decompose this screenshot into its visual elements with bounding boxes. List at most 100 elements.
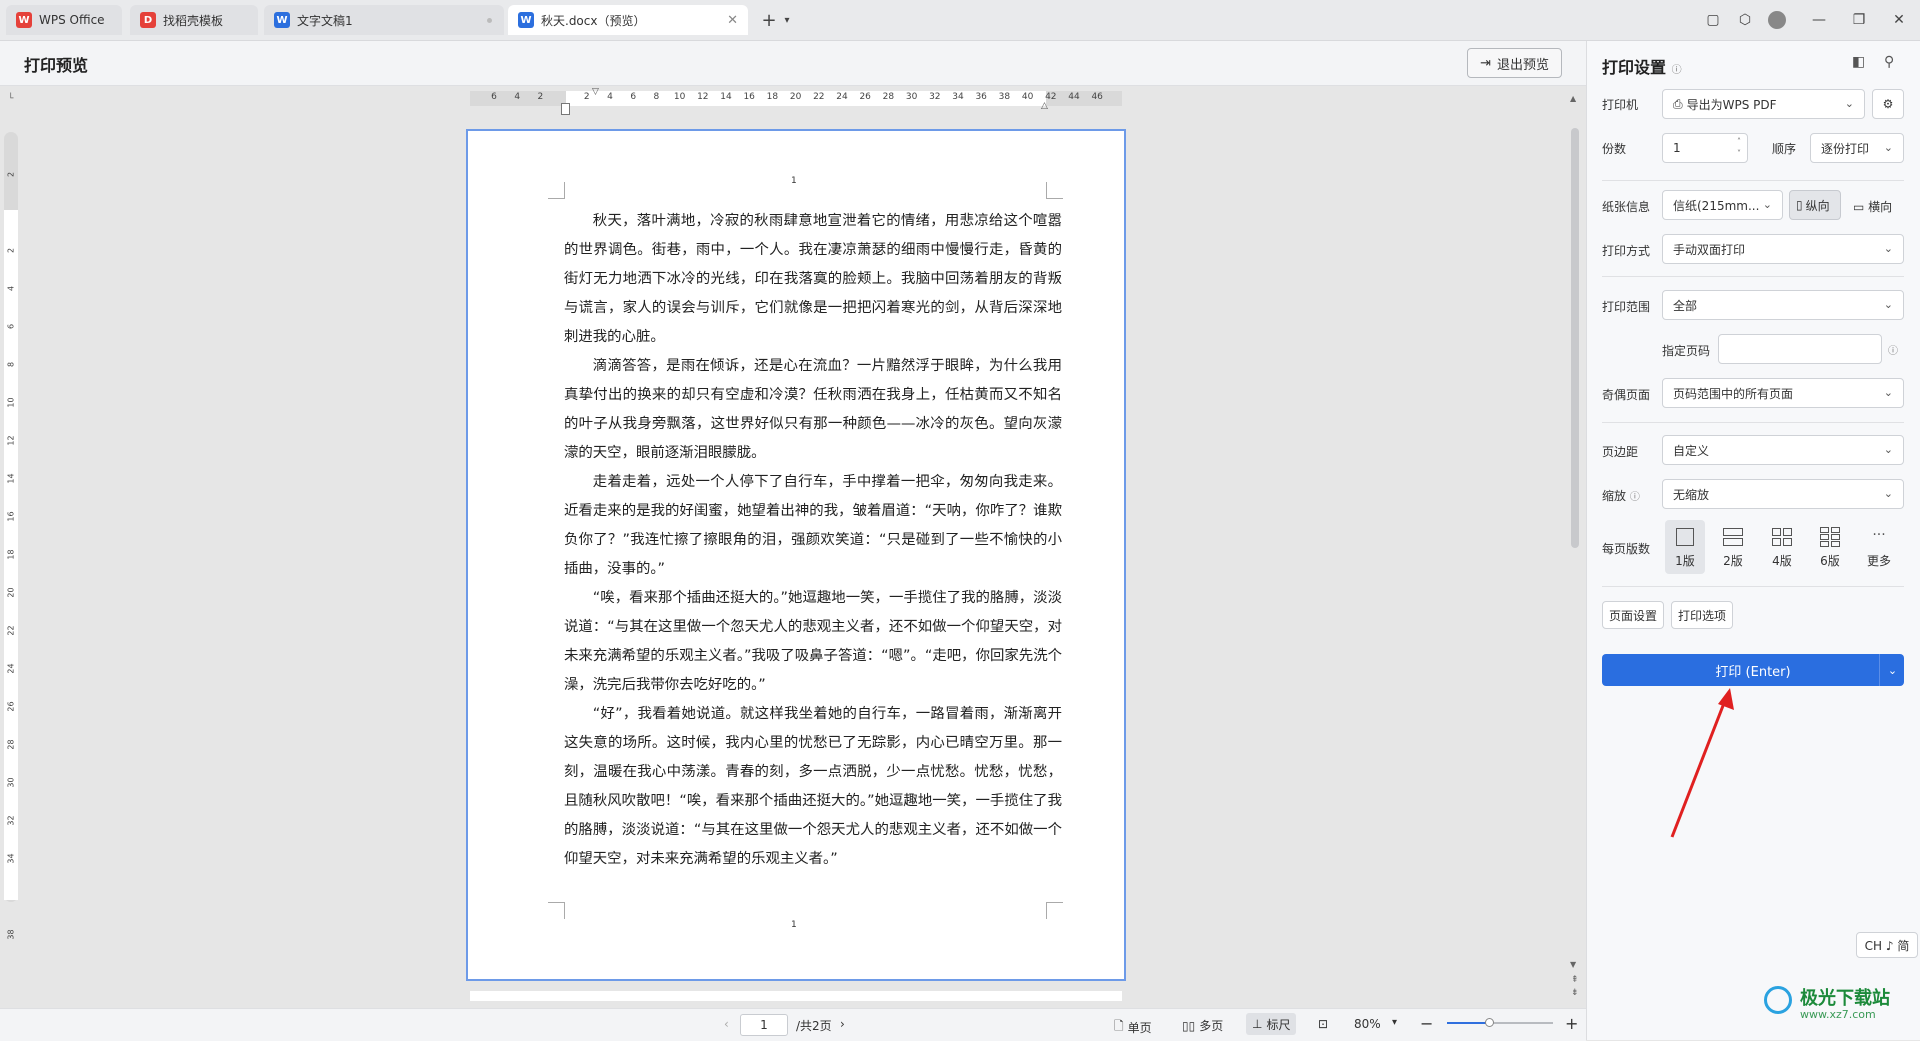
tab-autumn-preview[interactable]: W 秋天.docx（预览） ✕ <box>508 5 748 35</box>
printer-select[interactable]: ⎙ 导出为WPS PDF ⌄ <box>1662 89 1865 119</box>
ruler-tick-label: 8 <box>6 361 16 368</box>
layout-label: 1版 <box>1675 554 1695 568</box>
ruler-tick-label: 12 <box>697 92 709 102</box>
zoom-in-icon[interactable]: + <box>1565 1014 1578 1033</box>
order-select[interactable]: 逐份打印 ⌄ <box>1810 133 1904 163</box>
close-window-icon[interactable]: ✕ <box>1886 8 1912 32</box>
panel-layout-icon[interactable]: ◧ <box>1852 54 1865 70</box>
layout-more[interactable]: ··· 更多 <box>1859 520 1899 574</box>
print-range-value: 全部 <box>1673 298 1698 313</box>
help-icon[interactable]: ⓘ <box>1630 492 1640 503</box>
ruler-tick-label: 36 <box>975 92 987 102</box>
docer-icon: D <box>140 12 156 28</box>
vertical-scrollbar-thumb[interactable] <box>1571 128 1579 548</box>
tab-document1[interactable]: W 文字文稿1 <box>264 5 504 35</box>
margin-corner-top-left <box>548 182 565 199</box>
odd-even-value: 页码范围中的所有页面 <box>1673 386 1794 401</box>
ruler-tick-label: 20 <box>789 92 802 102</box>
previous-page-icon[interactable]: ⇞ <box>1571 975 1579 985</box>
page-number-input[interactable]: 1 <box>740 1014 788 1036</box>
paragraph: 秋天，落叶满地，冷寂的秋雨肆意地宣泄着它的情绪，用悲凉给这个喧嚣的世界调色。街巷… <box>564 213 1062 345</box>
ruler-toggle-button[interactable]: ⊥ 标尺 <box>1246 1013 1297 1035</box>
paragraph: “好”，我看着她说道。就这样我坐着她的自行车，一路冒着雨，渐渐离开这失意的场所。… <box>564 706 1062 867</box>
window-layout-icon[interactable]: ▢ <box>1700 8 1726 32</box>
ruler-tick-label: 14 <box>720 92 732 102</box>
chevron-down-icon: ⌄ <box>1883 298 1893 311</box>
ruler-tick-label: 30 <box>905 92 918 102</box>
stepper-arrows-icon[interactable]: ˄ ˅ <box>1737 136 1741 160</box>
ruler-tick-label: 18 <box>6 549 16 560</box>
close-tab-icon[interactable]: ✕ <box>727 13 738 28</box>
zoom-menu-chevron-icon[interactable]: ▾ <box>1392 1017 1397 1028</box>
document-page[interactable]: 1 秋天，落叶满地，冷寂的秋雨肆意地宣泄着它的情绪，用悲凉给这个喧嚣的世界调色。… <box>466 129 1126 981</box>
zoom-out-icon[interactable]: − <box>1420 1014 1433 1033</box>
print-options-button[interactable]: 打印选项 <box>1671 601 1733 629</box>
layout-1-per-sheet[interactable]: 1版 <box>1665 520 1705 574</box>
restore-icon[interactable]: ❐ <box>1846 8 1872 32</box>
portrait-button[interactable]: ▯ 纵向 <box>1789 190 1841 220</box>
zoom-level[interactable]: 80% <box>1354 1017 1381 1031</box>
page-setup-button[interactable]: 页面设置 <box>1602 601 1664 629</box>
pin-icon[interactable]: ⚲ <box>1884 54 1894 70</box>
margin-corner-bottom-left <box>548 902 565 919</box>
ruler-tick-label: 38 <box>998 92 1011 102</box>
layout-6-per-sheet[interactable]: 6版 <box>1810 520 1850 574</box>
single-page-icon: 🗋 <box>1114 1019 1124 1033</box>
right-indent-marker[interactable]: △ <box>1041 101 1048 111</box>
ruler-tick-label: 24 <box>6 663 16 674</box>
single-page-button[interactable]: 🗋 单页 <box>1114 1017 1152 1038</box>
writer-doc-icon: W <box>274 12 290 28</box>
tab-wps-office[interactable]: W WPS Office <box>6 5 122 35</box>
print-button[interactable]: 打印 (Enter) <box>1602 654 1904 686</box>
layout-4-per-sheet[interactable]: 4版 <box>1762 520 1802 574</box>
document-page-2-top[interactable] <box>470 991 1122 1001</box>
left-indent-marker[interactable] <box>561 103 570 115</box>
panel-title-text: 打印设置 <box>1602 58 1667 77</box>
ruler-tick-label: 8 <box>653 92 660 102</box>
tab-bar: W WPS Office D 找稻壳模板 W 文字文稿1 W 秋天.docx（预… <box>0 0 1920 41</box>
avatar[interactable] <box>1764 8 1790 32</box>
print-dropdown-chevron-icon[interactable]: ⌄ <box>1879 654 1905 686</box>
exit-preview-button[interactable]: ⇥ 退出预览 <box>1467 48 1562 78</box>
tab-docer-templates[interactable]: D 找稻壳模板 <box>130 5 258 35</box>
ruler-tick-label: 22 <box>6 625 16 636</box>
copies-stepper[interactable]: 1 ˄ ˅ <box>1662 133 1748 163</box>
page-range-input[interactable] <box>1718 334 1882 364</box>
scroll-up-icon[interactable]: ▲ <box>1570 94 1576 103</box>
printer-settings-button[interactable]: ⚙ <box>1872 89 1904 119</box>
layout-2-per-sheet[interactable]: 2版 <box>1713 520 1753 574</box>
minimize-icon[interactable]: — <box>1806 8 1832 32</box>
first-line-indent-marker[interactable]: ▽ <box>592 87 599 97</box>
odd-even-select[interactable]: 页码范围中的所有页面 ⌄ <box>1662 378 1904 408</box>
cube-icon[interactable]: ⬡ <box>1732 8 1758 32</box>
next-page-icon[interactable]: ⇟ <box>1571 988 1579 998</box>
scroll-down-icon[interactable]: ▼ <box>1570 960 1576 969</box>
ruler-tick-label: 10 <box>673 92 686 102</box>
ruler-tick-label: 6 <box>491 92 497 102</box>
scale-value: 无缩放 <box>1673 487 1710 502</box>
arrow-line <box>1670 697 1728 838</box>
layout-label: 6版 <box>1820 554 1840 568</box>
margin-select[interactable]: 自定义 ⌄ <box>1662 435 1904 465</box>
fit-page-icon[interactable]: ⊡ <box>1318 1017 1328 1031</box>
writer-doc-icon: W <box>518 12 534 28</box>
tab-menu-chevron-icon[interactable]: ▾ <box>774 8 800 32</box>
scale-select[interactable]: 无缩放 ⌄ <box>1662 479 1904 509</box>
print-range-select[interactable]: 全部 ⌄ <box>1662 290 1904 320</box>
ruler-tick-label: 16 <box>6 511 16 522</box>
next-page-icon[interactable]: › <box>840 1017 845 1031</box>
landscape-button[interactable]: ▭ 横向 <box>1853 198 1892 215</box>
help-icon[interactable]: ⓘ <box>1672 65 1682 76</box>
page-title: 打印预览 <box>24 56 89 75</box>
zoom-slider-fill <box>1447 1022 1490 1024</box>
multi-page-button[interactable]: ▯▯ 多页 <box>1182 1017 1223 1034</box>
ruler-tick-label: 26 <box>6 701 16 712</box>
ruler-icon: ⊥ <box>1252 1017 1263 1031</box>
footer-page-number: 1 <box>791 920 797 930</box>
ruler-tick-label: 34 <box>952 92 964 102</box>
prev-page-icon[interactable]: ‹ <box>724 1017 729 1031</box>
paper-select[interactable]: 信纸(215mm... ⌄ <box>1662 190 1783 220</box>
print-method-select[interactable]: 手动双面打印 ⌄ <box>1662 234 1904 264</box>
ime-indicator[interactable]: CH ♪ 简 <box>1856 932 1918 958</box>
help-icon[interactable]: ⓘ <box>1888 342 1898 357</box>
